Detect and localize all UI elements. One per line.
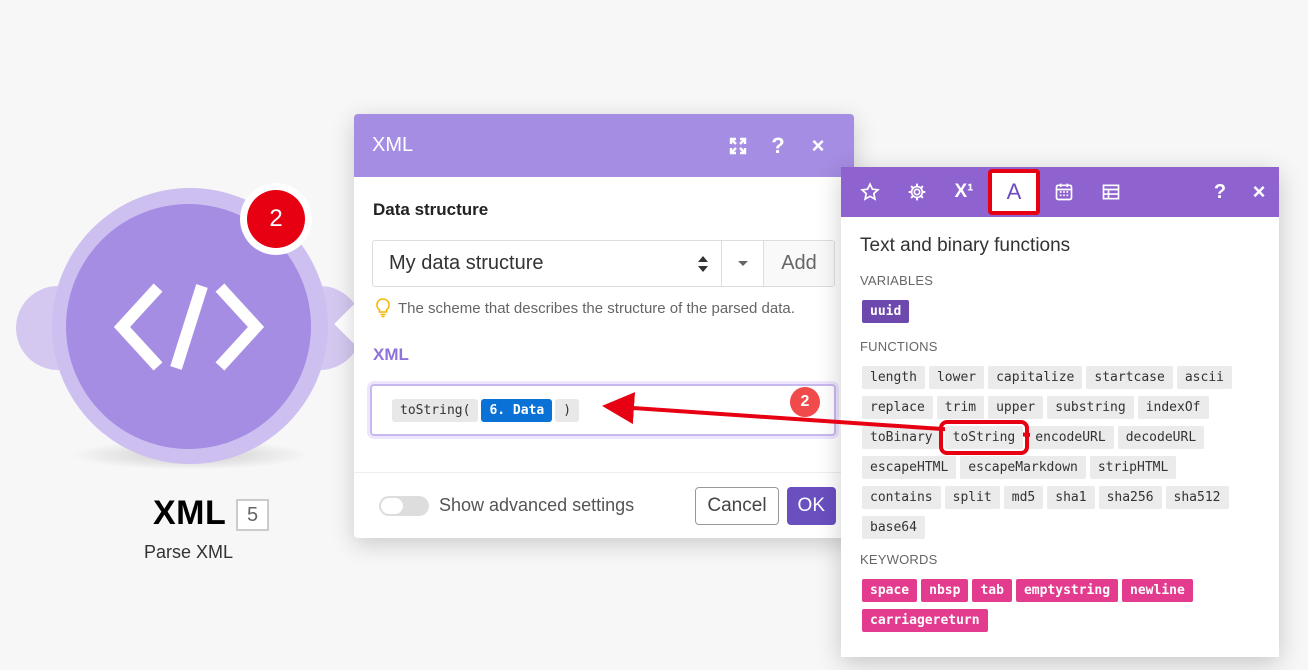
- panel-title: Text and binary functions: [860, 235, 1071, 256]
- dialog-footer: Show advanced settings Cancel OK: [354, 472, 854, 538]
- function-chip[interactable]: trim: [936, 396, 985, 419]
- module-subtitle: Parse XML: [144, 542, 234, 562]
- function-token[interactable]: toString(: [392, 398, 479, 422]
- table-icon[interactable]: [1088, 171, 1134, 213]
- lightbulb-icon: [376, 298, 390, 318]
- variables-heading: VARIABLES: [860, 273, 934, 288]
- keyword-chip[interactable]: newline: [1122, 579, 1193, 602]
- variable-chip[interactable]: uuid: [862, 300, 910, 323]
- keyword-chip[interactable]: nbsp: [921, 579, 969, 602]
- cancel-button[interactable]: Cancel: [695, 486, 779, 525]
- panel-tabs: X¹ A ? ×: [841, 167, 1279, 217]
- hint: The scheme that describes the structure …: [376, 298, 795, 318]
- function-chip[interactable]: sha512: [1165, 486, 1229, 509]
- advanced-settings-label: Show advanced settings: [439, 495, 635, 515]
- code-icon: [113, 283, 264, 370]
- function-chip[interactable]: sha256: [1098, 486, 1162, 509]
- calendar-icon[interactable]: [1041, 171, 1087, 213]
- keyword-chip[interactable]: carriagereturn: [862, 609, 988, 632]
- function-chip[interactable]: stripHTML: [1089, 456, 1177, 479]
- gear-icon[interactable]: [894, 171, 940, 213]
- function-chip[interactable]: length: [862, 366, 925, 389]
- function-chip[interactable]: substring: [1047, 396, 1134, 419]
- dialog-title: XML: [372, 134, 414, 156]
- data-structure-value[interactable]: My data structure: [373, 241, 722, 286]
- keywords-heading: KEYWORDS: [860, 552, 938, 567]
- ok-button[interactable]: OK: [786, 486, 836, 525]
- close-icon[interactable]: ×: [1240, 171, 1278, 213]
- function-chip[interactable]: startcase: [1086, 366, 1173, 389]
- module-title: XML: [153, 494, 227, 532]
- chevron-down-icon[interactable]: [722, 241, 764, 286]
- function-chip[interactable]: decodeURL: [1117, 426, 1205, 449]
- functions-panel: X¹ A ? × Text and binary functions VARIA…: [841, 167, 1279, 657]
- keyword-chip[interactable]: tab: [972, 579, 1012, 602]
- function-chip[interactable]: contains: [862, 486, 941, 509]
- function-chip[interactable]: md5: [1003, 486, 1044, 509]
- keyword-chip[interactable]: space: [862, 579, 918, 602]
- variables-list: uuid: [862, 300, 1262, 330]
- close-icon[interactable]: ×: [800, 128, 836, 164]
- function-chip[interactable]: toBinary: [862, 426, 941, 449]
- module-id: 5: [236, 499, 269, 531]
- text-icon[interactable]: A: [988, 169, 1040, 215]
- module-badge: 2: [240, 183, 312, 255]
- function-chip[interactable]: upper: [988, 396, 1044, 419]
- keyword-chip[interactable]: emptystring: [1015, 579, 1119, 602]
- function-close-token[interactable]: ): [555, 398, 580, 422]
- star-icon[interactable]: [847, 171, 893, 213]
- superscript-icon[interactable]: X¹: [941, 171, 987, 213]
- xml-input[interactable]: toString( 6. Data ): [370, 384, 836, 436]
- function-chip[interactable]: capitalize: [988, 366, 1083, 389]
- step-badge: 2: [790, 387, 820, 417]
- function-chip[interactable]: base64: [862, 516, 925, 539]
- expand-icon[interactable]: [720, 128, 756, 164]
- function-chip[interactable]: lower: [928, 366, 985, 389]
- functions-heading: FUNCTIONS: [860, 339, 938, 354]
- advanced-settings-toggle[interactable]: [379, 495, 429, 516]
- function-chip[interactable]: escapeHTML: [862, 456, 957, 479]
- function-chip[interactable]: ascii: [1176, 366, 1232, 389]
- help-icon[interactable]: ?: [1201, 171, 1239, 213]
- data-token[interactable]: 6. Data: [481, 398, 553, 422]
- sort-arrows-icon: [698, 256, 708, 272]
- tostring-function-chip[interactable]: toString: [938, 420, 1030, 455]
- function-chip[interactable]: replace: [862, 396, 933, 419]
- function-chip[interactable]: sha1: [1047, 486, 1095, 509]
- data-structure-label: Data structure: [373, 200, 489, 219]
- function-chip[interactable]: encodeURL: [1027, 426, 1114, 449]
- function-chip[interactable]: escapeMarkdown: [960, 456, 1086, 479]
- function-chip[interactable]: indexOf: [1137, 396, 1209, 419]
- xml-dialog: XML ? × Data structure My data structure…: [354, 114, 854, 538]
- help-icon[interactable]: ?: [760, 128, 796, 164]
- functions-list: length lower capitalize startcase ascii repla…: [862, 366, 1262, 546]
- xml-module[interactable]: 2 XML 5 Parse XML: [0, 0, 362, 600]
- xml-field-label: XML: [373, 345, 409, 364]
- add-button[interactable]: Add: [764, 241, 834, 286]
- function-chip[interactable]: split: [944, 486, 1000, 509]
- keywords-list: space nbsp tab emptystring newline carriagere…: [862, 579, 1262, 639]
- data-structure-select[interactable]: My data structure Add: [372, 240, 835, 287]
- dialog-header: XML ? ×: [354, 114, 854, 177]
